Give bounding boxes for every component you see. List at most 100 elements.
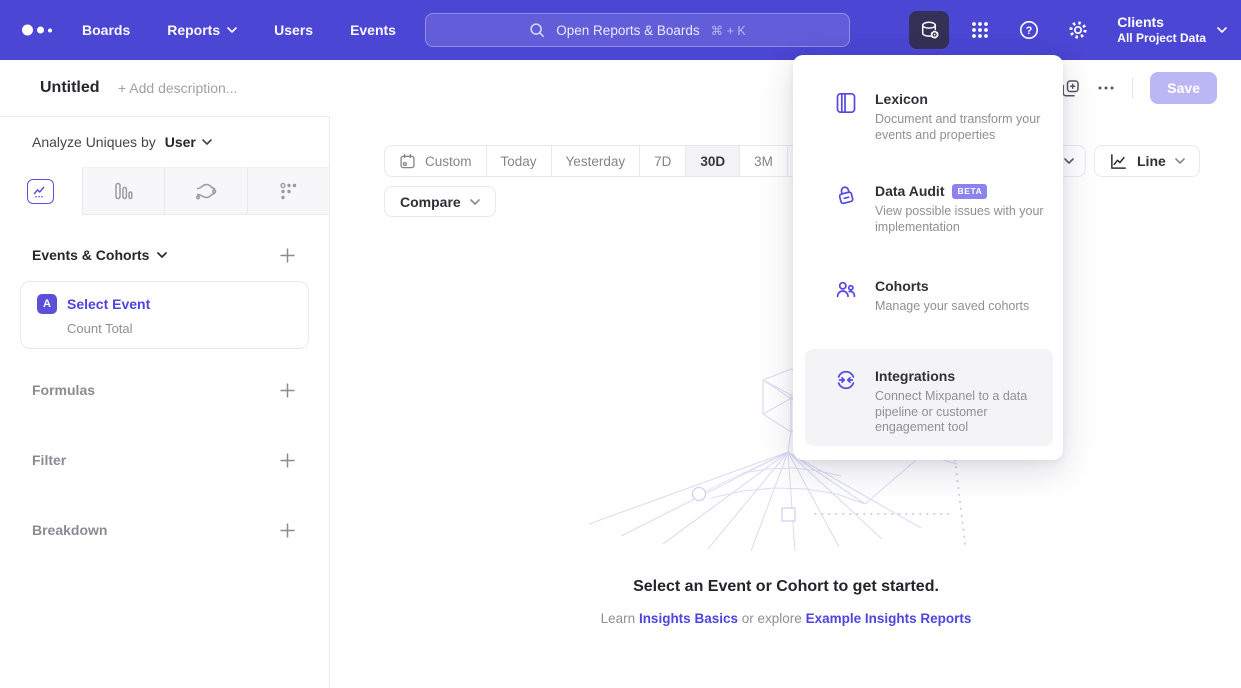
compare-label: Compare <box>400 194 461 210</box>
tab-flow[interactable] <box>164 167 247 215</box>
event-card-row: A Select Event <box>37 294 292 314</box>
add-description-field[interactable]: + Add description... <box>118 80 237 96</box>
mixpanel-app: Boards Reports Users Events Open Reports… <box>0 0 1241 688</box>
menu-item-title: Integrations <box>875 368 955 384</box>
report-title[interactable]: Untitled <box>40 79 100 97</box>
data-management-button[interactable] <box>909 11 949 49</box>
range-30d-active[interactable]: 30D <box>685 146 739 176</box>
nav-item-boards[interactable]: Boards <box>82 22 130 38</box>
range-custom[interactable]: Custom <box>385 146 486 176</box>
settings-gear-icon <box>1067 19 1089 41</box>
plus-icon <box>280 383 295 398</box>
top-nav: Boards Reports Users Events Open Reports… <box>0 0 1241 60</box>
menu-item-description: Document and transform your events and p… <box>875 112 1045 143</box>
data-management-icon <box>919 20 940 41</box>
more-ellipsis-icon <box>1097 79 1115 97</box>
analyze-row: Analyze Uniques by User <box>0 117 329 167</box>
menu-item-description: Manage your saved cohorts <box>875 299 1029 315</box>
add-formula-button[interactable] <box>280 383 295 398</box>
events-cohorts-header: Events & Cohorts <box>32 247 295 263</box>
chevron-down-icon <box>157 252 167 258</box>
save-button[interactable]: Save <box>1150 72 1217 104</box>
range-7d[interactable]: 7D <box>639 146 685 176</box>
data-audit-icon <box>835 184 857 206</box>
org-name: Clients <box>1117 14 1206 31</box>
apps-grid-button[interactable] <box>962 12 998 48</box>
tab-insights-line[interactable] <box>0 167 82 215</box>
plus-icon <box>280 523 295 538</box>
analyze-label: Analyze Uniques by <box>32 134 156 150</box>
range-yesterday[interactable]: Yesterday <box>551 146 640 176</box>
chevron-down-icon <box>470 199 480 205</box>
events-cohorts-label: Events & Cohorts <box>32 247 149 263</box>
chevron-down-icon <box>202 139 212 145</box>
lexicon-book-icon <box>835 92 857 114</box>
search-shortcut: ⌘ + K <box>711 23 746 38</box>
svg-text:?: ? <box>1026 25 1033 37</box>
menu-item-title: Lexicon <box>875 91 928 107</box>
apps-grid-icon <box>969 19 991 41</box>
analyze-value: User <box>165 134 196 150</box>
nav-item-label: Events <box>350 22 396 38</box>
duplicate-button[interactable] <box>1061 79 1080 98</box>
formulas-label: Formulas <box>32 382 95 398</box>
chart-type-dropdown[interactable]: Line <box>1094 145 1200 177</box>
nav-item-events[interactable]: Events <box>350 22 396 38</box>
settings-button[interactable] <box>1060 12 1096 48</box>
range-label: 30D <box>700 154 725 169</box>
menu-item-integrations[interactable]: Integrations Connect Mixpanel to a data … <box>805 349 1053 446</box>
add-breakdown-button[interactable] <box>280 523 295 538</box>
menu-item-title: Cohorts <box>875 278 929 294</box>
plus-icon <box>280 248 295 263</box>
breakdown-label: Breakdown <box>32 522 107 538</box>
menu-item-title: Data Audit <box>875 183 944 199</box>
search-placeholder: Open Reports & Boards <box>556 23 699 38</box>
plus-icon <box>280 453 295 468</box>
beta-badge: BETA <box>952 184 987 199</box>
select-event-label[interactable]: Select Event <box>67 296 150 312</box>
duplicate-icon <box>1061 79 1080 98</box>
menu-item-lexicon[interactable]: Lexicon Document and transform your even… <box>805 79 1053 155</box>
range-label: 3M <box>754 154 773 169</box>
help-button[interactable]: ? <box>1011 12 1047 48</box>
breakdown-row[interactable]: Breakdown <box>32 522 295 538</box>
select-event-card[interactable]: A Select Event Count Total <box>20 281 309 349</box>
add-event-button[interactable] <box>280 248 295 263</box>
tab-retention[interactable] <box>247 167 330 215</box>
query-builder-sidebar: Analyze Uniques by User <box>0 116 330 688</box>
toolbar-divider <box>1132 78 1133 98</box>
count-total-label[interactable]: Count Total <box>67 321 292 336</box>
global-search-input[interactable]: Open Reports & Boards ⌘ + K <box>425 13 850 47</box>
analyze-value-dropdown[interactable]: User <box>165 134 212 150</box>
menu-item-cohorts[interactable]: Cohorts Manage your saved cohorts <box>805 266 1053 327</box>
events-cohorts-toggle[interactable]: Events & Cohorts <box>32 247 167 263</box>
formulas-row[interactable]: Formulas <box>32 382 295 398</box>
menu-item-text: Data Audit BETA View possible issues wit… <box>875 183 1045 235</box>
project-switcher[interactable]: Clients All Project Data <box>1117 14 1227 46</box>
chevron-down-icon <box>1175 158 1185 164</box>
example-insights-reports-link[interactable]: Example Insights Reports <box>806 611 972 626</box>
insights-basics-link[interactable]: Insights Basics <box>639 611 738 626</box>
filter-label: Filter <box>32 452 66 468</box>
filter-row[interactable]: Filter <box>32 452 295 468</box>
more-options-button[interactable] <box>1097 79 1115 97</box>
range-today[interactable]: Today <box>486 146 551 176</box>
empty-state-title: Select an Event or Cohort to get started… <box>331 578 1241 596</box>
compare-dropdown[interactable]: Compare <box>384 186 496 217</box>
menu-item-data-audit[interactable]: Data Audit BETA View possible issues wit… <box>805 171 1053 247</box>
nav-item-label: Boards <box>82 22 130 38</box>
add-filter-button[interactable] <box>280 453 295 468</box>
chevron-down-icon <box>1217 27 1227 33</box>
range-3m[interactable]: 3M <box>739 146 787 176</box>
chevron-down-icon <box>1064 158 1074 164</box>
search-icon <box>529 22 545 38</box>
project-name: All Project Data <box>1117 31 1206 46</box>
mixpanel-logo-icon[interactable] <box>22 25 52 36</box>
nav-item-reports[interactable]: Reports <box>167 22 237 38</box>
header-toolbar: Save <box>1061 72 1217 104</box>
tab-bar-chart[interactable] <box>82 167 165 215</box>
or-explore-text: or explore <box>742 611 802 626</box>
nav-item-users[interactable]: Users <box>274 22 313 38</box>
retention-dots-icon <box>278 181 298 201</box>
calendar-icon <box>399 153 416 170</box>
